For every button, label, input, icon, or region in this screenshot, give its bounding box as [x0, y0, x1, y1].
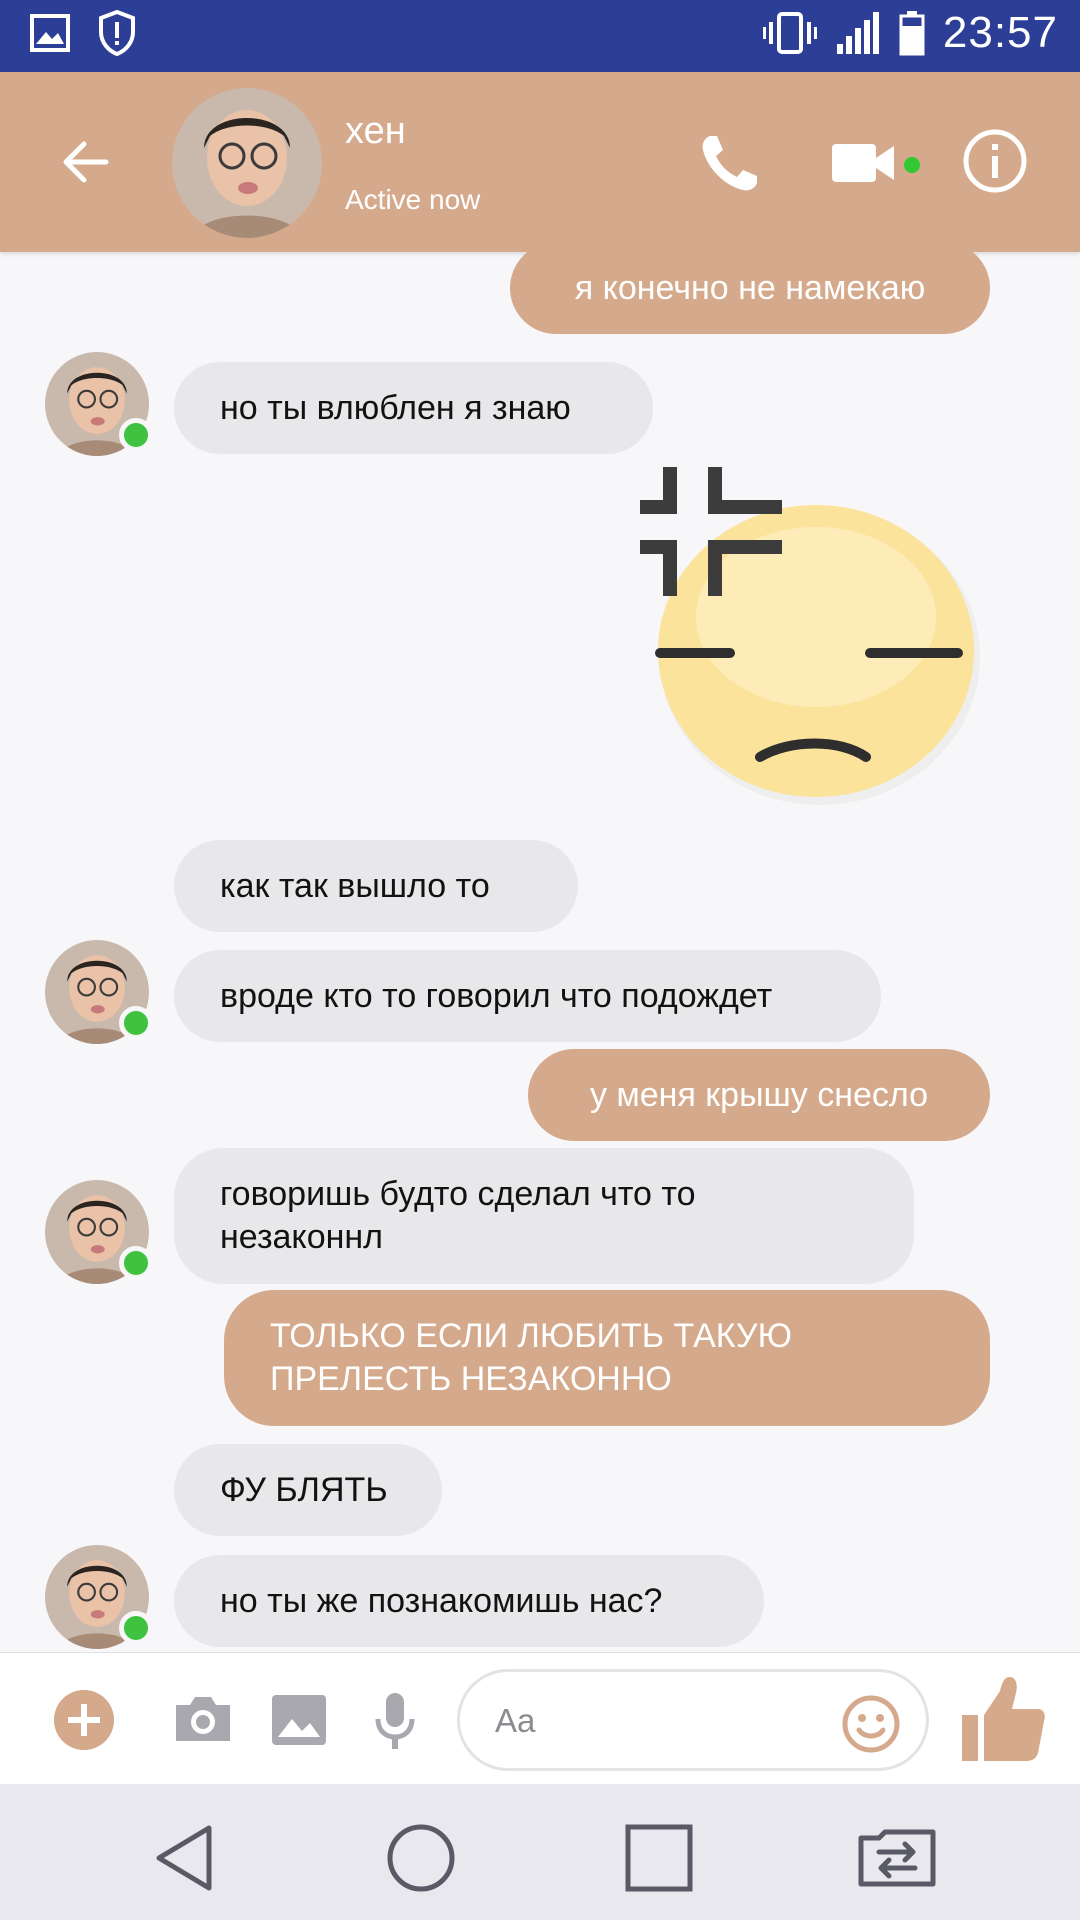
- message-input[interactable]: Aa: [457, 1669, 929, 1771]
- message-text: я конечно не намекаю: [574, 268, 926, 307]
- chat-header: хен Active now: [0, 72, 1080, 252]
- message-list: я конечно не намекаю но ты влюблен я зна…: [0, 252, 1080, 1652]
- message-bubble-outgoing[interactable]: у меня крышу снесло: [528, 1049, 990, 1141]
- signal-icon: [836, 12, 879, 54]
- message-text: как так вышло то: [220, 866, 490, 905]
- phone-icon[interactable]: [697, 132, 761, 196]
- video-online-dot: [904, 157, 920, 173]
- image-icon: [30, 14, 70, 52]
- message-text: но ты влюблен я знаю: [220, 388, 571, 427]
- message-text: ТОЛЬКО ЕСЛИ ЛЮБИТЬ ТАКУЮ ПРЕЛЕСТЬ НЕЗАКО…: [270, 1317, 792, 1398]
- message-text: говоришь будто сделал что то незаконнл: [220, 1175, 696, 1256]
- switch-sim-icon[interactable]: [857, 1818, 937, 1898]
- message-bubble-outgoing[interactable]: я конечно не намекаю: [510, 252, 990, 334]
- contact-name[interactable]: хен: [345, 110, 406, 153]
- gallery-icon[interactable]: [270, 1693, 328, 1747]
- clock: 23:57: [942, 8, 1058, 57]
- message-input-placeholder: Aa: [495, 1702, 536, 1739]
- online-indicator: [119, 1611, 153, 1645]
- emoji-icon[interactable]: [841, 1694, 901, 1754]
- online-indicator: [119, 1246, 153, 1280]
- message-bubble-incoming[interactable]: но ты влюблен я знаю: [174, 362, 653, 454]
- online-indicator: [119, 418, 153, 452]
- thumbs-up-icon[interactable]: [960, 1675, 1046, 1763]
- message-bubble-incoming[interactable]: как так вышло то: [174, 840, 578, 932]
- back-arrow-icon[interactable]: [56, 132, 116, 192]
- message-text: вроде кто то говорил что подождет: [220, 976, 773, 1015]
- message-text: но ты же познакомишь нас?: [220, 1581, 663, 1620]
- plus-icon[interactable]: [54, 1690, 114, 1750]
- annoyed-face-sticker[interactable]: [640, 467, 980, 807]
- message-composer: Aa: [0, 1652, 1080, 1784]
- message-bubble-outgoing[interactable]: ТОЛЬКО ЕСЛИ ЛЮБИТЬ ТАКУЮ ПРЕЛЕСТЬ НЕЗАКО…: [224, 1290, 990, 1426]
- info-icon[interactable]: [962, 128, 1028, 194]
- message-bubble-incoming[interactable]: вроде кто то говорил что подождет: [174, 950, 881, 1042]
- shield-alert-icon: [99, 10, 135, 56]
- message-text: у меня крышу снесло: [589, 1075, 929, 1114]
- home-circle-icon[interactable]: [381, 1818, 461, 1898]
- message-text: ФУ БЛЯТЬ: [220, 1470, 388, 1509]
- message-bubble-incoming[interactable]: но ты же познакомишь нас?: [174, 1555, 764, 1647]
- mic-icon[interactable]: [372, 1691, 418, 1751]
- active-status: Active now: [345, 184, 481, 215]
- online-indicator: [119, 1006, 153, 1040]
- recents-square-icon[interactable]: [619, 1818, 699, 1898]
- back-triangle-icon[interactable]: [145, 1818, 225, 1898]
- system-nav-bar: [0, 1784, 1080, 1920]
- battery-icon: [899, 11, 925, 56]
- message-bubble-incoming[interactable]: ФУ БЛЯТЬ: [174, 1444, 442, 1536]
- contact-avatar[interactable]: [172, 88, 322, 238]
- status-bar: 23:57: [0, 0, 1080, 72]
- camera-icon[interactable]: [172, 1693, 234, 1745]
- video-icon[interactable]: [832, 140, 894, 186]
- vibrate-icon: [762, 12, 817, 54]
- message-bubble-incoming[interactable]: говоришь будто сделал что то незаконнл: [174, 1148, 914, 1284]
